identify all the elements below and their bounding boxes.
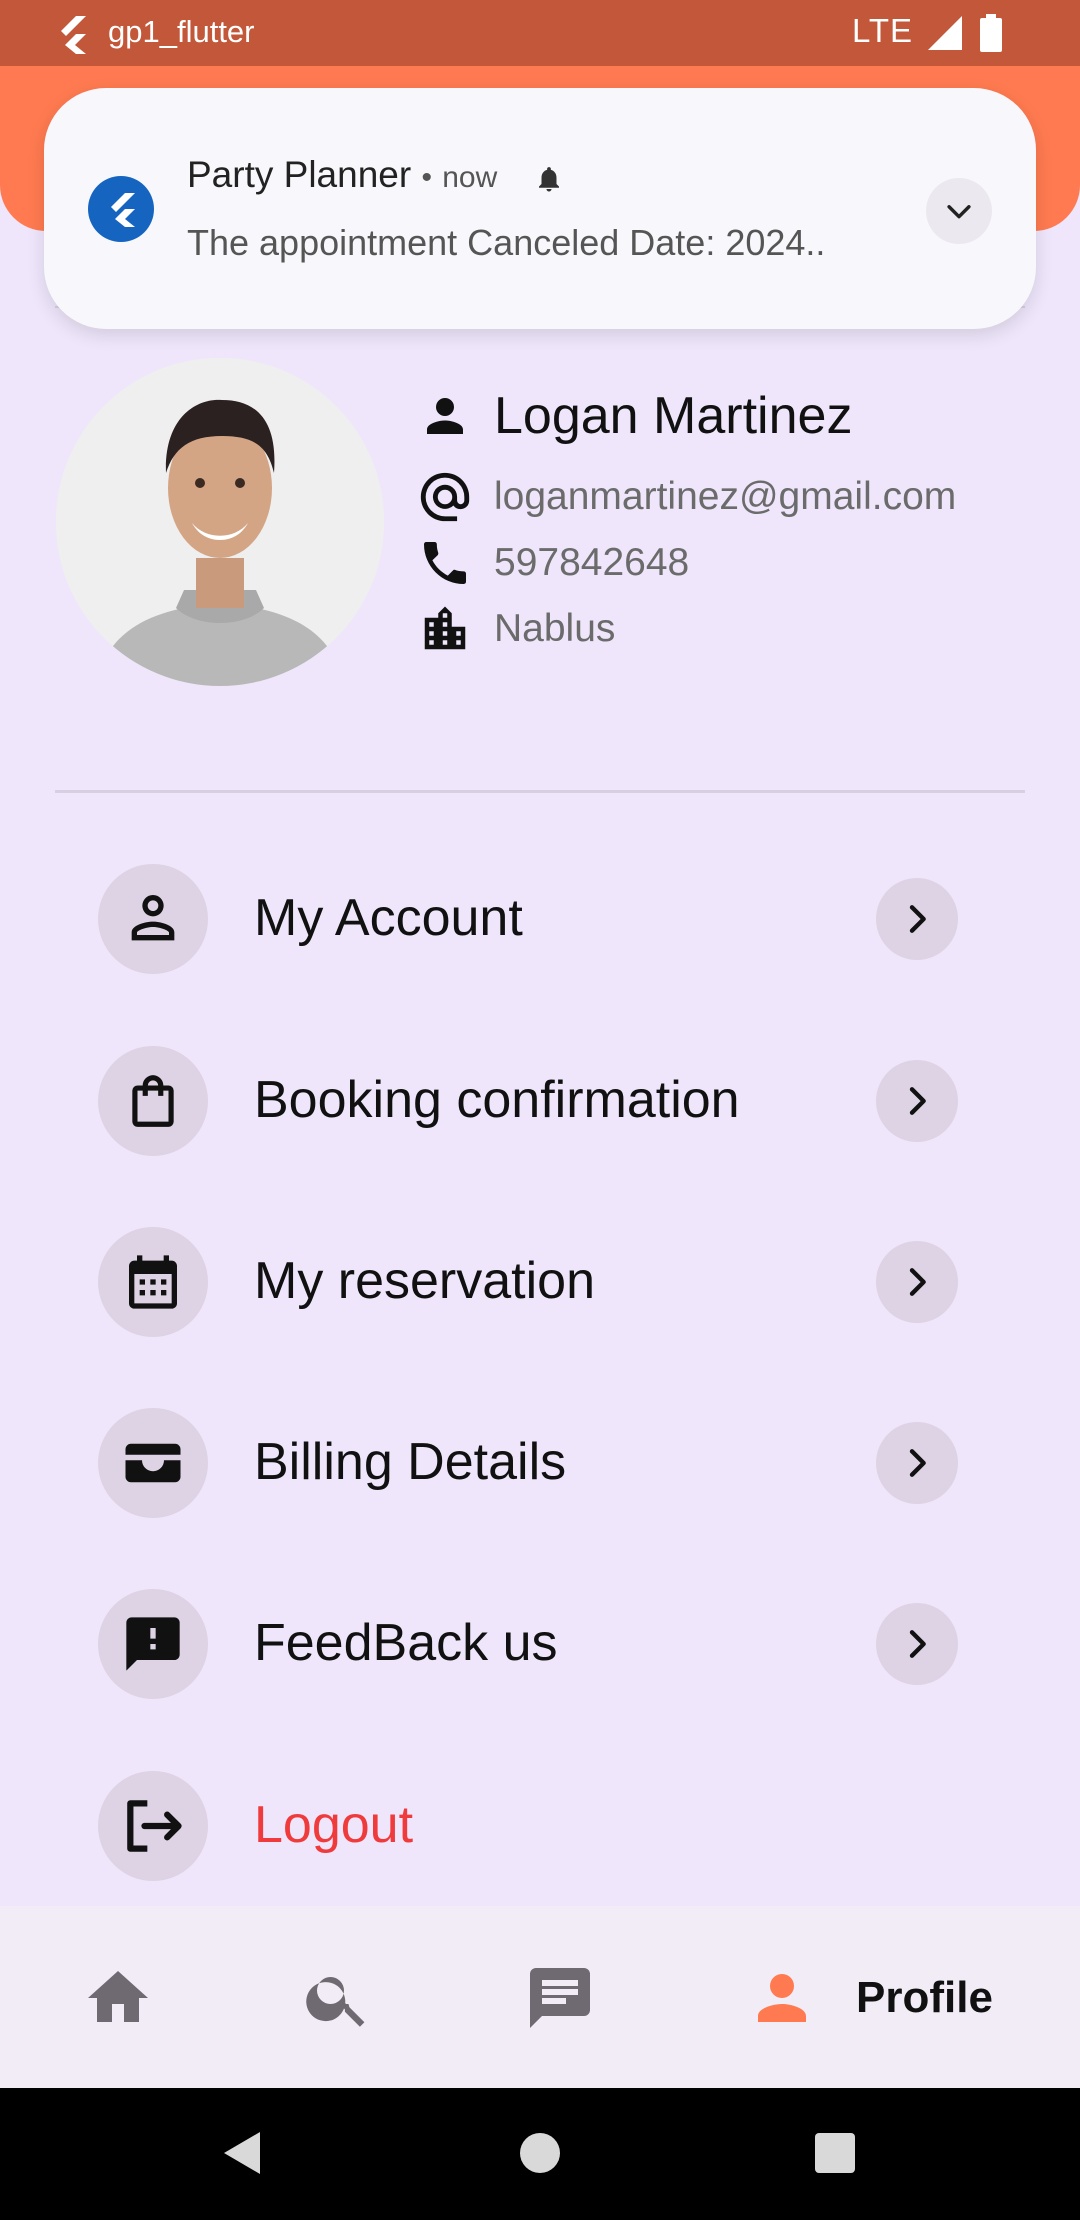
menu-item-my-account[interactable]: My Account — [98, 864, 960, 974]
menu-item-label: Logout — [254, 1796, 414, 1854]
notification-card[interactable]: Party Planner • now The appointment Canc… — [44, 88, 1036, 329]
profile-email-row: loganmartinez@gmail.com — [416, 468, 956, 526]
chevron-right-icon[interactable] — [876, 1603, 958, 1685]
menu-item-logout[interactable]: Logout — [98, 1771, 960, 1881]
calendar-icon — [98, 1227, 208, 1337]
flutter-logo-icon — [61, 16, 86, 54]
avatar — [56, 358, 384, 686]
profile-city-row: Nablus — [416, 600, 615, 658]
profile-phone-row: 597842648 — [416, 534, 689, 592]
wallet-icon — [98, 1408, 208, 1518]
logout-icon — [98, 1771, 208, 1881]
chat-icon — [530, 1968, 590, 2028]
person-icon — [416, 387, 474, 445]
notification-expand-button[interactable] — [926, 178, 992, 244]
notification-message: The appointment Canceled Date: 2024.. — [187, 222, 826, 263]
nav-home[interactable] — [82, 1962, 154, 2034]
menu-item-my-reservation[interactable]: My reservation — [98, 1227, 960, 1337]
signal-icon — [928, 16, 962, 50]
menu-item-label: My Account — [254, 889, 523, 947]
profile-icon — [758, 1974, 806, 2022]
notification-app-icon — [88, 176, 154, 242]
notification-separator: • — [421, 161, 432, 194]
menu-item-booking-confirmation[interactable]: Booking confirmation — [98, 1046, 960, 1156]
search-icon — [306, 1977, 365, 2027]
section-divider — [55, 790, 1025, 793]
city-icon — [416, 600, 474, 658]
chevron-right-icon[interactable] — [876, 878, 958, 960]
bottom-navigation: Profile — [0, 1906, 1080, 2088]
flutter-logo-icon — [111, 193, 135, 227]
nav-profile-label: Profile — [856, 1973, 993, 2022]
system-navigation-bar — [0, 2088, 1080, 2220]
nav-profile[interactable]: Profile — [746, 1962, 993, 2034]
bell-icon — [539, 167, 559, 192]
status-app-name: gp1_flutter — [108, 14, 255, 49]
home-icon — [88, 1971, 148, 2022]
recents-icon[interactable] — [810, 2128, 860, 2178]
profile-name: Logan Martinez — [494, 387, 853, 445]
profile-city: Nablus — [494, 607, 616, 650]
notification-app-name: Party Planner — [187, 154, 412, 195]
menu-item-billing-details[interactable]: Billing Details — [98, 1408, 960, 1518]
menu-item-label: Billing Details — [254, 1433, 567, 1491]
menu-item-label: My reservation — [254, 1252, 595, 1310]
profile-name-row: Logan Martinez — [416, 386, 852, 446]
profile-email: loganmartinez@gmail.com — [494, 475, 957, 518]
nav-chat[interactable] — [524, 1962, 596, 2034]
chevron-down-icon — [947, 205, 971, 219]
at-sign-icon — [416, 468, 474, 526]
chevron-right-icon[interactable] — [876, 1422, 958, 1504]
notification-time: now — [442, 161, 498, 194]
phone-icon — [416, 534, 474, 592]
shopping-bag-icon — [98, 1046, 208, 1156]
notification-header: Party Planner • now — [187, 154, 497, 196]
home-button-icon[interactable] — [515, 2128, 565, 2178]
battery-icon — [980, 14, 1002, 52]
menu-item-label: FeedBack us — [254, 1614, 558, 1672]
chevron-right-icon[interactable] — [876, 1241, 958, 1323]
back-icon[interactable] — [218, 2128, 268, 2178]
menu-item-label: Booking confirmation — [254, 1071, 740, 1129]
chevron-right-icon[interactable] — [876, 1060, 958, 1142]
menu-item-feedback[interactable]: FeedBack us — [98, 1589, 960, 1699]
profile-photo — [56, 358, 384, 686]
nav-search[interactable] — [302, 1962, 374, 2034]
network-type: LTE — [852, 12, 914, 49]
feedback-icon — [98, 1589, 208, 1699]
profile-phone: 597842648 — [494, 541, 690, 584]
account-icon — [98, 864, 208, 974]
status-bar: gp1_flutter LTE — [0, 0, 1080, 66]
